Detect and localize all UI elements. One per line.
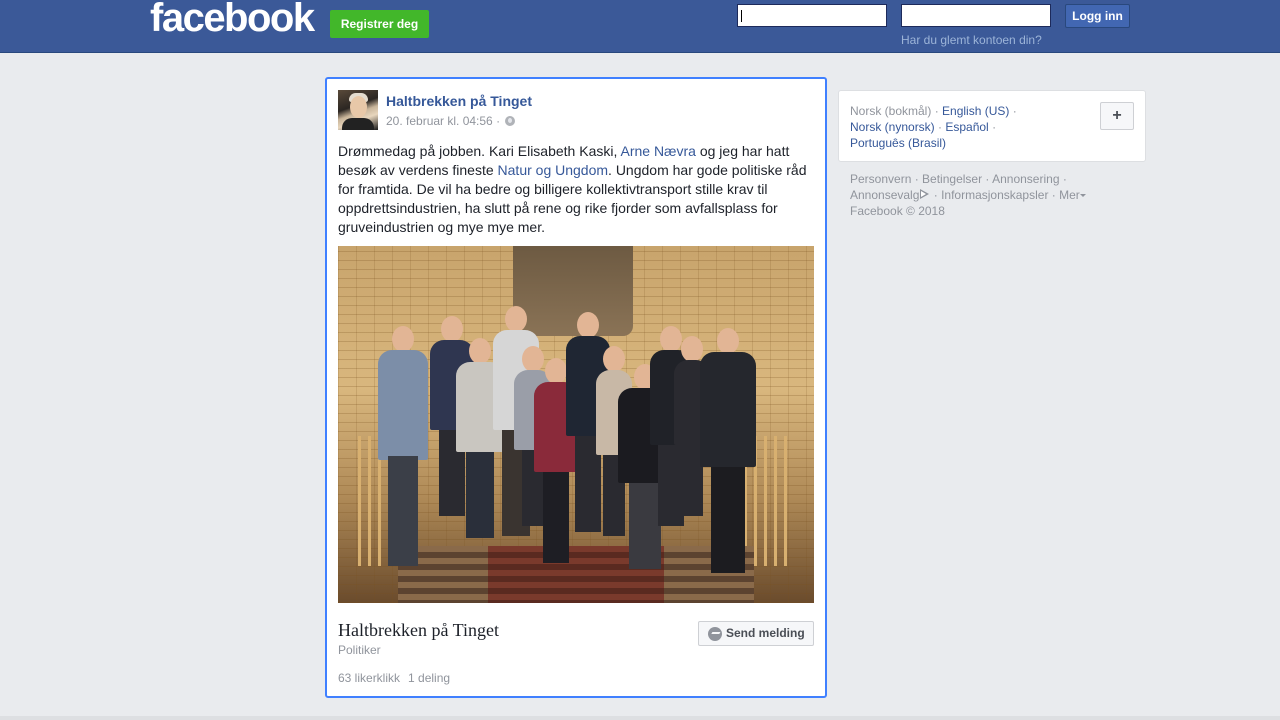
- post-text: Drømmedag på jobben. Kari Elisabeth Kask…: [338, 142, 814, 237]
- adchoices-icon: [920, 189, 930, 199]
- language-option-espanol[interactable]: Español: [945, 120, 988, 134]
- footer-copyright: Facebook © 2018: [850, 204, 945, 218]
- text-cursor: [741, 10, 742, 22]
- photo-person: [700, 328, 756, 573]
- globe-icon[interactable]: [505, 116, 516, 126]
- page-avatar[interactable]: [338, 90, 378, 130]
- password-input[interactable]: [901, 4, 1051, 27]
- post-meta: 20. februar kl. 04:56 ·: [386, 114, 516, 128]
- chevron-down-icon: [1079, 194, 1086, 197]
- top-bar: facebook Registrer deg Logg inn Har du g…: [0, 0, 1280, 53]
- language-current: Norsk (bokmål): [850, 104, 932, 118]
- mention-link-arne-naevra[interactable]: Arne Nævra: [620, 143, 695, 159]
- footer-link-adchoices[interactable]: Annonsevalg: [850, 188, 919, 202]
- post-photo[interactable]: [338, 246, 814, 603]
- page-stats: 63 likerklikk 1 deling: [338, 671, 450, 685]
- send-message-button[interactable]: Send melding: [698, 621, 814, 646]
- email-input[interactable]: [737, 4, 887, 27]
- shares-count[interactable]: 1 deling: [408, 671, 450, 685]
- meta-separator: ·: [492, 114, 504, 128]
- footer-link-cookies[interactable]: Informasjonskapsler: [941, 188, 1048, 202]
- photo-person: [378, 326, 428, 566]
- messenger-icon: [708, 627, 722, 641]
- language-option-nynorsk[interactable]: Norsk (nynorsk): [850, 120, 935, 134]
- footer-link-more[interactable]: Mer: [1059, 188, 1080, 202]
- language-option-english[interactable]: English (US): [942, 104, 1009, 118]
- footer-link-privacy[interactable]: Personvern: [850, 172, 911, 186]
- forgot-account-link[interactable]: Har du glemt kontoen din?: [901, 33, 1042, 47]
- login-button[interactable]: Logg inn: [1065, 4, 1130, 28]
- page-footer-name[interactable]: Haltbrekken på Tinget: [338, 620, 499, 641]
- post-card: Haltbrekken på Tinget 20. februar kl. 04…: [325, 77, 827, 698]
- post-text-part: Drømmedag på jobben. Kari Elisabeth Kask…: [338, 143, 621, 159]
- language-option-portugues[interactable]: Português (Brasil): [850, 136, 946, 150]
- page-category: Politiker: [338, 643, 381, 657]
- footer-link-advertising[interactable]: Annonsering: [992, 172, 1059, 186]
- page-name-link[interactable]: Haltbrekken på Tinget: [386, 93, 532, 109]
- facebook-logo[interactable]: facebook: [150, 0, 315, 42]
- footer-link-terms[interactable]: Betingelser: [922, 172, 982, 186]
- more-languages-button[interactable]: +: [1100, 102, 1134, 130]
- language-selector: Norsk (bokmål) · English (US) · Norsk (n…: [838, 90, 1146, 162]
- footer-links: Personvern · Betingelser · Annonsering ·…: [850, 171, 1110, 219]
- bottom-divider: [0, 716, 1280, 720]
- likes-count[interactable]: 63 likerklikk: [338, 671, 400, 685]
- post-date[interactable]: 20. februar kl. 04:56: [386, 114, 493, 128]
- mention-link-natur-og-ungdom[interactable]: Natur og Ungdom: [498, 162, 609, 178]
- register-button[interactable]: Registrer deg: [330, 10, 429, 38]
- send-message-label: Send melding: [726, 626, 805, 640]
- language-list: Norsk (bokmål) · English (US) · Norsk (n…: [850, 104, 1017, 150]
